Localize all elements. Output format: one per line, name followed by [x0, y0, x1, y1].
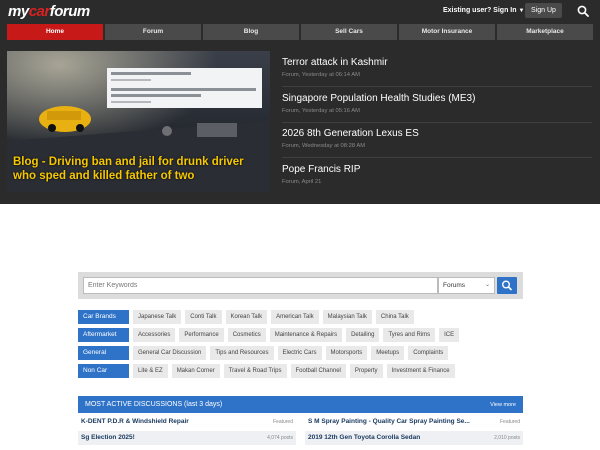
article-title[interactable]: 2026 8th Generation Lexus ES — [282, 128, 419, 139]
nav-blog[interactable]: Blog — [203, 24, 299, 40]
search-panel: Forums ⌄ — [78, 272, 523, 299]
logo-forum: forum — [49, 3, 91, 20]
category-link[interactable]: American Talk — [271, 310, 319, 324]
search-scope-value: Forums — [443, 282, 466, 289]
category-link[interactable]: ICE — [439, 328, 460, 342]
article-meta: Forum, April 21 — [282, 179, 322, 185]
chevron-down-icon: ⌄ — [484, 282, 490, 288]
category-link[interactable]: Makan Corner — [171, 364, 220, 378]
discussion-title[interactable]: S M Spray Painting - Quality Car Spray P… — [308, 418, 470, 425]
category-link[interactable]: Investment & Finance — [386, 364, 455, 378]
discussion-item[interactable]: 2019 12th Gen Toyota Corolla Sedan 2,010… — [305, 431, 523, 445]
logo-my: my — [8, 3, 29, 20]
article-item[interactable]: Terror attack in Kashmir Forum, Yesterda… — [282, 57, 592, 87]
discussion-meta: 4,074 posts — [267, 435, 293, 441]
main-nav: Home Forum Blog Sell Cars Motor Insuranc… — [7, 24, 593, 40]
article-item[interactable]: Singapore Population Health Studies (ME3… — [282, 93, 592, 123]
signin-link[interactable]: Existing user? Sign In ▼ — [443, 7, 524, 14]
category-link[interactable]: Football Channel — [290, 364, 346, 378]
category-link[interactable]: Cosmetics — [227, 328, 266, 342]
nav-sell-cars[interactable]: Sell Cars — [301, 24, 397, 40]
discussion-item[interactable]: S M Spray Painting - Quality Car Spray P… — [305, 415, 523, 429]
discussion-title[interactable]: 2019 12th Gen Toyota Corolla Sedan — [308, 434, 420, 441]
category-head[interactable]: Car Brands — [78, 310, 129, 324]
nav-motor-insurance[interactable]: Motor Insurance — [399, 24, 495, 40]
discussion-meta: 2,010 posts — [494, 435, 520, 441]
category-head[interactable]: Aftermarket — [78, 328, 129, 342]
category-link[interactable]: Tyres and Rims — [383, 328, 436, 342]
category-link[interactable]: Motorsports — [325, 346, 368, 360]
keyword-input[interactable] — [83, 277, 438, 294]
category-link[interactable]: Korean Talk — [225, 310, 268, 324]
category-link[interactable]: Malaysian Talk — [322, 310, 372, 324]
article-title[interactable]: Terror attack in Kashmir — [282, 57, 388, 68]
category-link[interactable]: Meetups — [371, 346, 405, 360]
article-title[interactable]: Pope Francis RIP — [282, 164, 360, 175]
search-button[interactable] — [497, 277, 517, 294]
category-link[interactable]: Tips and Resources — [210, 346, 274, 360]
category-link[interactable]: Travel & Road Trips — [223, 364, 287, 378]
nav-home[interactable]: Home — [7, 24, 103, 40]
caret-down-icon: ▼ — [518, 8, 525, 14]
discussion-title[interactable]: K-DENT P.D.R & Windshield Repair — [81, 418, 189, 425]
logo-car: car — [28, 3, 51, 20]
signin-label: Existing user? Sign In — [443, 7, 517, 14]
site-header: mycarforum Existing user? Sign In ▼ Sign … — [0, 0, 600, 22]
search-scope-select[interactable]: Forums ⌄ — [438, 277, 495, 294]
category-link[interactable]: Japanese Talk — [133, 310, 182, 324]
category-head[interactable]: General — [78, 346, 129, 360]
hero-caption[interactable]: Blog - Driving ban and jail for drunk dr… — [13, 155, 265, 183]
category-link[interactable]: Complaints — [408, 346, 449, 360]
discussion-item[interactable]: Sg Election 2025! 4,074 posts — [78, 431, 296, 445]
category-link[interactable]: Accessories — [133, 328, 176, 342]
category-link[interactable]: Maintenance & Repairs — [269, 328, 343, 342]
category-link[interactable]: General Car Discussion — [133, 346, 207, 360]
category-row-non-car: Non Car Lite & EZ Makan Corner Travel & … — [78, 364, 523, 378]
article-meta: Forum, Yesterday at 06:14 AM — [282, 72, 360, 78]
search-icon — [501, 280, 512, 291]
category-link[interactable]: Conti Talk — [185, 310, 222, 324]
site-logo[interactable]: mycarforum — [8, 3, 90, 20]
category-link[interactable]: Property — [349, 364, 383, 378]
discussion-meta: Featured — [272, 419, 293, 425]
category-row-general: General General Car Discussion Tips and … — [78, 346, 523, 360]
category-link[interactable]: Lite & EZ — [133, 364, 168, 378]
top-section: mycarforum Existing user? Sign In ▼ Sign … — [0, 0, 600, 204]
most-active-header: MOST ACTIVE DISCUSSIONS (last 3 days) Vi… — [78, 396, 523, 413]
article-title[interactable]: Singapore Population Health Studies (ME3… — [282, 93, 475, 104]
nav-marketplace[interactable]: Marketplace — [497, 24, 593, 40]
article-meta: Forum, Wednesday at 08:28 AM — [282, 143, 366, 149]
nav-forum[interactable]: Forum — [105, 24, 201, 40]
category-link[interactable]: China Talk — [375, 310, 414, 324]
article-item[interactable]: Pope Francis RIP Forum, April 21 — [282, 164, 592, 194]
discussion-meta: Featured — [499, 419, 520, 425]
article-meta: Forum, Yesterday at 05:16 AM — [282, 108, 360, 114]
category-link[interactable]: Detailing — [346, 328, 380, 342]
category-link[interactable]: Performance — [179, 328, 224, 342]
discussion-item[interactable]: K-DENT P.D.R & Windshield Repair Feature… — [78, 415, 296, 429]
most-active-title: MOST ACTIVE DISCUSSIONS (last 3 days) — [85, 401, 223, 408]
category-row-aftermarket: Aftermarket Accessories Performance Cosm… — [78, 328, 523, 342]
article-item[interactable]: 2026 8th Generation Lexus ES Forum, Wedn… — [282, 128, 592, 158]
signup-button[interactable]: Sign Up — [525, 3, 562, 18]
discussion-title[interactable]: Sg Election 2025! — [81, 434, 135, 441]
hero-feature[interactable]: Blog - Driving ban and jail for drunk dr… — [7, 51, 270, 192]
view-more-link[interactable]: View more — [490, 402, 516, 408]
category-row-car-brands: Car Brands Japanese Talk Conti Talk Kore… — [78, 310, 523, 324]
category-head[interactable]: Non Car — [78, 364, 129, 378]
search-icon[interactable] — [577, 5, 589, 17]
category-link[interactable]: Electric Cars — [277, 346, 322, 360]
